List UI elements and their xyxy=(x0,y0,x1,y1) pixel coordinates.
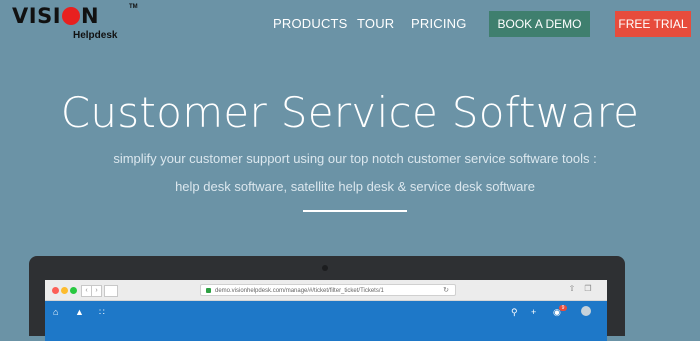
apps-grid-icon: ∷ xyxy=(99,307,105,317)
hero-subtitle-line2: help desk software, satellite help desk … xyxy=(175,179,535,194)
forward-arrow-icon: › xyxy=(91,285,102,297)
window-maximize-icon xyxy=(70,287,77,294)
browser-chrome: ‹ › demo.visionhelpdesk.com/manage/#/tic… xyxy=(45,280,607,301)
reload-icon: ↻ xyxy=(443,287,449,294)
top-navigation: PRODUCTS TOUR PRICING BOOK A DEMO FREE T… xyxy=(0,0,700,46)
address-bar: demo.visionhelpdesk.com/manage/#/ticket/… xyxy=(200,284,456,296)
hero-title: Customer Service Software xyxy=(60,88,640,137)
share-icon: ⇧ xyxy=(568,284,576,293)
home-icon: ⌂ xyxy=(53,307,59,317)
notification-badge: 9 xyxy=(559,305,567,311)
hero-divider xyxy=(303,210,407,212)
window-close-icon xyxy=(52,287,59,294)
nav-link-pricing[interactable]: PRICING xyxy=(411,16,467,31)
lock-icon xyxy=(206,288,211,293)
tabs-icon: ❐ xyxy=(584,284,592,293)
sidebar-toggle-icon xyxy=(104,285,118,297)
free-trial-button[interactable]: FREE TRIAL xyxy=(615,11,691,37)
hero-subtitle-line1: simplify your customer support using our… xyxy=(113,151,597,166)
window-minimize-icon xyxy=(61,287,68,294)
webcam-icon xyxy=(322,265,328,271)
app-header-bar: ⌂ ▲ ∷ ⚲ + ◉ 9 xyxy=(45,301,607,341)
upload-icon: ▲ xyxy=(75,307,84,317)
address-url: demo.visionhelpdesk.com/manage/#/ticket/… xyxy=(215,288,384,294)
laptop-mockup: ‹ › demo.visionhelpdesk.com/manage/#/tic… xyxy=(29,256,625,341)
nav-link-tour[interactable]: TOUR xyxy=(357,16,394,31)
nav-link-products[interactable]: PRODUCTS xyxy=(273,16,348,31)
avatar xyxy=(581,306,591,316)
laptop-screen: ‹ › demo.visionhelpdesk.com/manage/#/tic… xyxy=(45,280,607,341)
add-icon: + xyxy=(531,307,537,317)
book-demo-button[interactable]: BOOK A DEMO xyxy=(489,11,590,37)
search-icon: ⚲ xyxy=(511,307,518,317)
